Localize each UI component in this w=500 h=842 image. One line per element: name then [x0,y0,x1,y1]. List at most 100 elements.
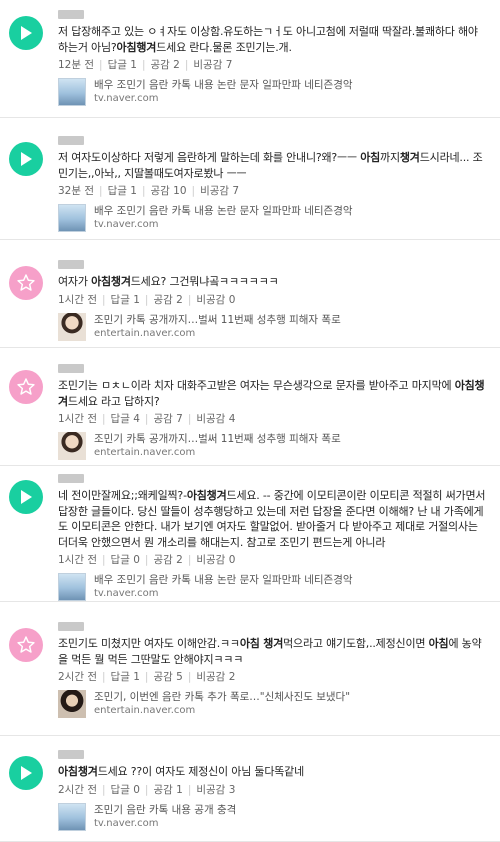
meta-divider: | [187,293,192,306]
like-button[interactable]: 공감 1 [153,784,182,796]
like-button[interactable]: 공감 2 [153,554,182,566]
meta-divider: | [102,671,106,683]
dislike-button[interactable]: 비공감 0 [196,294,235,306]
highlighted-keyword: 아침 [428,637,449,650]
meta-divider: | [102,783,106,796]
article-link[interactable]: 조민기 카톡 공개까지…벌써 11번째 성추행 피해자 폭로 entertain.… [58,312,490,341]
reply-button[interactable]: 답글 1 [108,185,137,197]
reply-button[interactable]: 답글 1 [111,294,140,306]
reply-button[interactable]: 답글 0 [111,784,140,796]
like-button[interactable]: 공감 2 [150,59,179,71]
meta-divider: | [187,783,192,796]
reply-button[interactable]: 답글 1 [111,671,140,683]
highlighted-keyword: 아침챙겨 [91,275,131,288]
article-title[interactable]: 조민기 카톡 공개까지…벌써 11번째 성추행 피해자 폭로 [94,313,341,327]
timestamp: 32분 전 [58,185,95,197]
comment-content: 조민기는 ㅁㅊㄴ이라 치자 대화주고받은 여자는 무슨생각으로 문자를 받아주고… [58,364,490,460]
like-button[interactable]: 공감 2 [153,294,182,306]
dislike-label: 비공감 [200,185,230,197]
meta-divider: | [144,293,149,306]
article-title[interactable]: 조민기, 이번엔 음란 카톡 추가 폭로…"신체사진도 보냈다" [94,690,350,704]
like-button[interactable]: 공감 5 [153,671,182,683]
comment-meta: 1시간 전 | 답글 4 | 공감 7 | 비공감 4 [58,412,490,426]
reply-label: 답글 [107,185,127,197]
user-avatar [9,266,43,300]
dislike-count: 7 [232,185,240,197]
masked-username [58,750,84,759]
play-icon [19,765,33,781]
article-link[interactable]: 조민기 카톡 공개까지…벌써 11번째 성추행 피해자 폭로 entertain.… [58,432,490,460]
article-title[interactable]: 조민기 음란 카톡 내용 공개 충격 [94,803,236,817]
comment-content: 아침챙겨드세요 ??이 여자도 제정신이 아님 둘다똑같네 2시간 전 | 답글 0 |… [58,750,490,831]
timestamp: 2시간 전 [58,671,97,683]
article-link[interactable]: 배우 조민기 음란 카톡 내용 논란 문자 일파만파 네티즌경악 tv.naver… [58,204,490,232]
comment-item: 아침챙겨드세요 ??이 여자도 제정신이 아님 둘다똑같네 2시간 전 | 답글 0 |… [0,736,500,842]
dislike-button[interactable]: 비공감 0 [196,554,235,566]
like-count: 2 [173,59,180,71]
comment-text-segment: 저 여자도이상하다 저렇게 음란하게 말하는데 화를 안내니?왜?ㅡㅡ [58,151,361,164]
comment-meta: 32분 전 | 답글 1 | 공감 10 | 비공감 7 [58,184,490,198]
comment-text: 여자가 아침챙겨드세요? 그건뭐냐곸ㅋㅋㅋㅋㅋㅋ [58,274,490,290]
article-domain: entertain.naver.com [94,447,196,458]
reply-button[interactable]: 답글 0 [111,554,140,566]
reply-count: 1 [133,293,140,306]
meta-divider: | [144,671,149,683]
masked-username [58,474,84,483]
comment-meta: 2시간 전 | 답글 0 | 공감 1 | 비공감 3 [58,783,490,797]
play-icon [19,151,33,167]
article-title[interactable]: 조민기 카톡 공개까지…벌써 11번째 성추행 피해자 폭로 [94,432,341,446]
article-thumbnail [58,690,86,718]
user-avatar [9,142,43,176]
highlighted-keyword: 아침 [360,151,381,164]
comment-item: 네 전이만잘께요;;왜케일찍?-아침챙겨드세요. -- 중간에 이모티콘이란 이… [0,466,500,602]
dislike-label: 비공감 [196,671,226,683]
dislike-button[interactable]: 비공감 3 [196,784,235,796]
dislike-button[interactable]: 비공감 7 [200,185,239,197]
meta-divider: | [191,185,196,197]
article-title[interactable]: 배우 조민기 음란 카톡 내용 논란 문자 일파만파 네티즌경악 [94,204,353,218]
dislike-count: 4 [228,413,236,425]
article-domain: tv.naver.com [94,817,159,829]
reply-button[interactable]: 답글 1 [108,59,137,71]
like-label: 공감 [153,413,173,425]
reply-count: 0 [133,783,140,796]
dislike-button[interactable]: 비공감 4 [196,413,235,425]
reply-label: 답글 [110,293,130,306]
comment-text-segment: 드세요? 그건뭐냐곸ㅋㅋㅋㅋㅋㅋ [130,275,279,288]
comment-item: 저 답장해주고 있는 ㅇㅕ자도 이상함.유도하는ㄱㅓ도 아니고첨에 저럴때 딱잘… [0,0,500,118]
article-domain: tv.naver.com [94,219,159,230]
like-label: 공감 [150,59,170,71]
reply-button[interactable]: 답글 4 [111,413,140,425]
article-title[interactable]: 배우 조민기 음란 카톡 내용 논란 문자 일파만파 네티즌경악 [94,78,353,92]
meta-divider: | [187,554,192,566]
meta-divider: | [187,413,192,425]
article-title[interactable]: 배우 조민기 음란 카톡 내용 논란 문자 일파만파 네티즌경악 [94,573,353,587]
like-count: 7 [176,413,183,425]
play-icon [19,489,33,505]
like-label: 공감 [150,185,170,197]
star-icon [16,273,36,293]
article-thumbnail [58,802,86,831]
comment-text: 저 여자도이상하다 저렇게 음란하게 말하는데 화를 안내니?왜?ㅡㅡ 아침까지… [58,150,490,181]
article-link[interactable]: 조민기 음란 카톡 내용 공개 충격 tv.naver.com [58,802,490,831]
timestamp: 12분 전 [58,59,95,71]
comment-content: 네 전이만잘께요;;왜케일찍?-아침챙겨드세요. -- 중간에 이모티콘이란 이… [58,474,490,601]
comment-text-segment: 여자가 [58,275,92,288]
comment-item: 조민기는 ㅁㅊㄴ이라 치자 대화주고받은 여자는 무슨생각으로 문자를 받아주고… [0,348,500,466]
article-link[interactable]: 배우 조민기 음란 카톡 내용 논란 문자 일파만파 네티즌경악 tv.naver… [58,78,490,106]
meta-divider: | [144,413,149,425]
comment-item: 조민기도 미쳤지만 여자도 이해안감.ㅋㅋ아침 챙겨먹으라고 얘기도함,..제정… [0,602,500,736]
like-button[interactable]: 공감 7 [153,413,182,425]
dislike-count: 7 [225,59,233,71]
like-label: 공감 [153,671,173,683]
comment-text: 네 전이만잘께요;;왜케일찍?-아침챙겨드세요. -- 중간에 이모티콘이란 이… [58,488,490,550]
dislike-button[interactable]: 비공감 2 [196,671,235,683]
meta-divider: | [187,671,192,683]
timestamp: 2시간 전 [58,783,97,796]
article-link[interactable]: 조민기, 이번엔 음란 카톡 추가 폭로…"신체사진도 보냈다" entertai… [58,690,490,718]
like-button[interactable]: 공감 10 [150,185,186,197]
meta-divider: | [184,59,189,71]
article-link[interactable]: 배우 조민기 음란 카톡 내용 논란 문자 일파만파 네티즌경악 tv.naver… [58,573,490,601]
star-icon [16,635,36,655]
dislike-button[interactable]: 비공감 7 [193,59,232,71]
